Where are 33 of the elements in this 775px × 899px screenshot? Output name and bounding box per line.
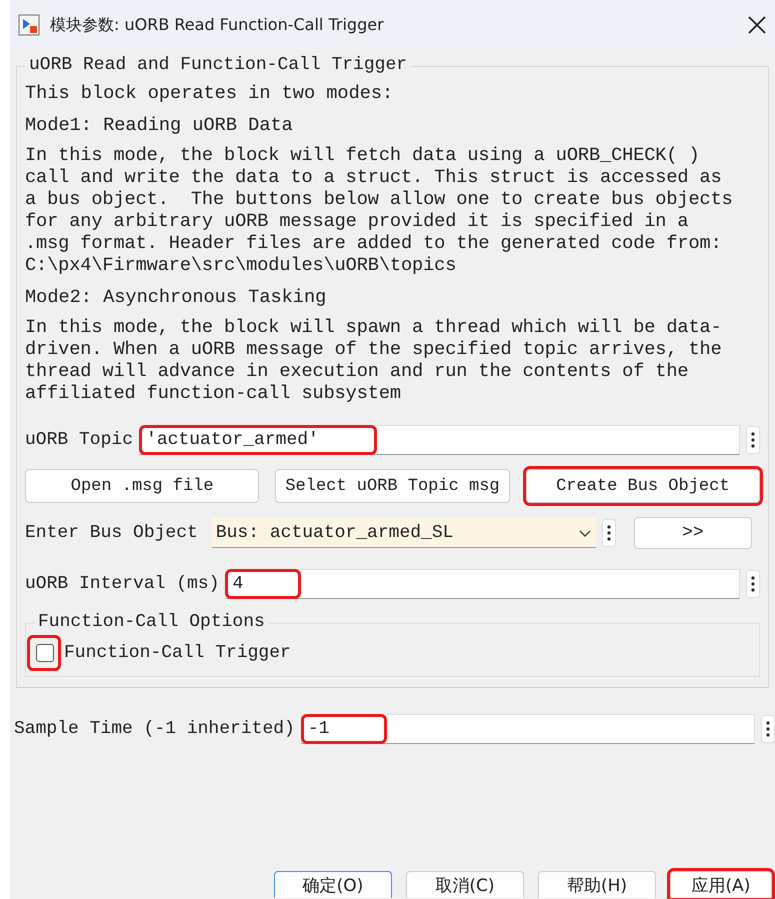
action-button[interactable]: Open .msg file bbox=[25, 469, 260, 503]
mode-description: In this mode, the block will fetch data using a uORB_CHECK( ) call and write the data to a struct. This struct is accessed as a bus object. The buttons below allow one to create bus objects for any arbitrary uORB message provided it is specified in a .msg format. Header files are added to the generated code from: C:\px4\Firmware\src\modules\uORB\topics bbox=[25, 145, 734, 277]
mode-heading: Mode1: Reading uORB Data bbox=[25, 115, 294, 137]
bus-object-dropdown[interactable]: Bus: actuator_armed_SL bbox=[212, 518, 596, 548]
group-title: Function-Call Options bbox=[34, 612, 269, 632]
checkbox[interactable] bbox=[36, 644, 54, 662]
action-button[interactable]: Create Bus Object bbox=[526, 469, 760, 503]
intro-text: This block operates in two modes: bbox=[25, 83, 394, 105]
group-title: uORB Read and Function-Call Trigger bbox=[25, 55, 412, 75]
input-field[interactable]: -1 bbox=[300, 714, 755, 744]
checkbox-label: Function-Call Trigger bbox=[64, 643, 291, 663]
app-icon bbox=[18, 14, 40, 36]
field-label: Sample Time (-1 inherited) bbox=[14, 719, 295, 739]
input-field[interactable]: 'actuator_armed' bbox=[139, 425, 740, 455]
expand-button[interactable]: >> bbox=[634, 517, 752, 549]
dialog-button[interactable]: 应用(A) bbox=[670, 871, 772, 898]
dialog-button[interactable]: 取消(C) bbox=[406, 871, 524, 898]
field-label: uORB Topic bbox=[25, 430, 134, 450]
mode-description: In this mode, the block will spawn a thread which will be data- driven. When a uORB message of the specified topic arrives, the thread will advance in execution and run the contents of the affiliated function-call subsystem bbox=[25, 317, 723, 405]
chevron-down-icon[interactable] bbox=[578, 528, 592, 538]
field-label: Enter Bus Object bbox=[25, 523, 198, 543]
input-field[interactable]: 4 bbox=[225, 569, 740, 599]
more-icon[interactable] bbox=[746, 426, 760, 454]
window-title: 模块参数: uORB Read Function-Call Trigger bbox=[50, 14, 385, 36]
more-icon[interactable] bbox=[746, 570, 760, 598]
dialog-button[interactable]: 确定(O) bbox=[274, 871, 392, 898]
field-label: uORB Interval (ms) bbox=[25, 574, 220, 594]
close-icon[interactable] bbox=[747, 15, 767, 35]
action-button[interactable]: Select uORB Topic msg bbox=[275, 469, 510, 503]
more-icon[interactable] bbox=[761, 715, 775, 743]
dialog-button[interactable]: 帮助(H) bbox=[538, 871, 656, 898]
more-icon[interactable] bbox=[602, 519, 616, 547]
mode-heading: Mode2: Asynchronous Tasking bbox=[25, 287, 328, 309]
